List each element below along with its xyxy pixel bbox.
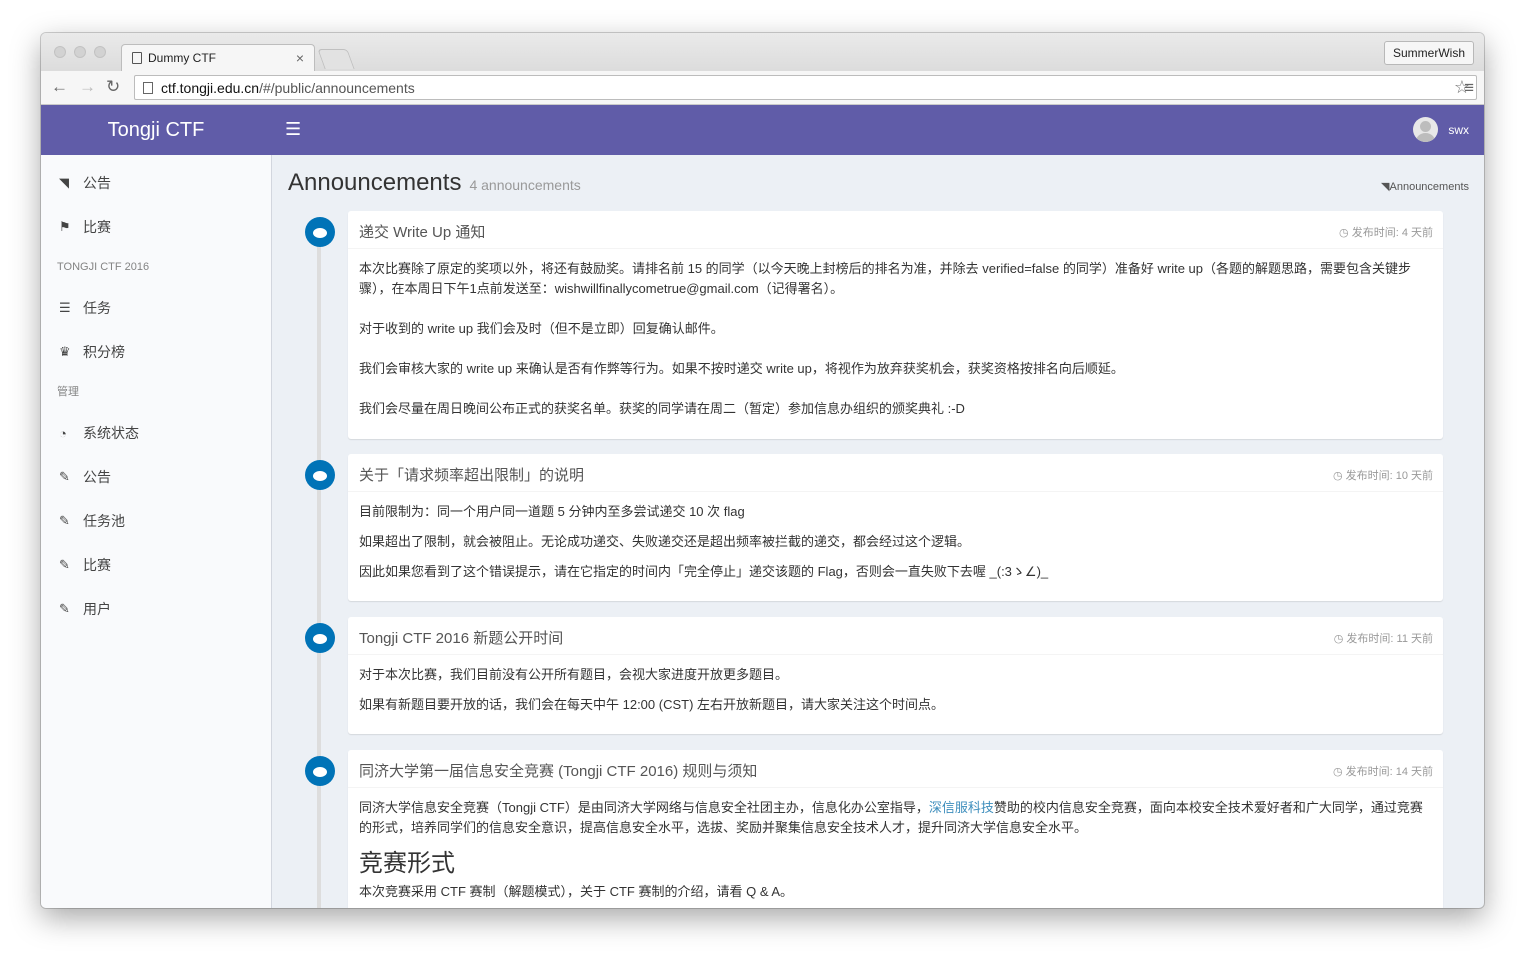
announcement-card: 同济大学第一届信息安全竞赛 (Tongji CTF 2016) 规则与须知 ◷ …	[348, 750, 1443, 908]
rss-icon: ◥	[59, 175, 69, 190]
zoom-window-icon[interactable]	[94, 46, 106, 58]
announcement-paragraph: 本次竞赛采用 CTF 赛制（解题模式），关于 CTF 赛制的介绍，请看 Q & …	[359, 884, 794, 899]
sidebar-toggle-icon[interactable]: ☰	[285, 119, 301, 140]
announcement-title: 关于「请求频率超出限制」的说明	[359, 467, 585, 484]
avatar	[1413, 117, 1439, 142]
minimize-window-icon[interactable]	[74, 46, 86, 58]
tab-close-icon[interactable]: ×	[296, 50, 304, 66]
top-navbar: Tongji CTF ☰ swx	[41, 105, 1484, 155]
sponsor-link[interactable]: 深信服科技	[929, 800, 994, 815]
comment-icon	[305, 756, 335, 786]
announcement-paragraph: 如果有新题目要开放的话，我们会在每天中午 12:00 (CST) 左右开放新题目…	[359, 697, 945, 712]
dashboard-icon: ◔	[59, 425, 67, 441]
tab-strip: Dummy CTF × SummerWish	[41, 33, 1484, 71]
profile-button[interactable]: SummerWish	[1383, 41, 1474, 65]
sidebar-section-header: TONGJI CTF 2016	[57, 261, 150, 273]
list-icon: ☰	[59, 300, 71, 315]
browser-menu-icon[interactable]: ≡	[1464, 78, 1474, 98]
announcement-paragraph: 因此如果您看到了这个错误提示，请在它指定的时间内「完全停止」递交该题的 Flag…	[359, 564, 1049, 579]
card-body: 对于本次比赛，我们目前没有公开所有题目，会视大家进度开放更多题目。 如果有新题目…	[348, 655, 1443, 737]
sidebar-item-task-pool[interactable]: ✎ 任务池	[41, 499, 271, 543]
browser-window: Dummy CTF × SummerWish ← → ↻ ctf.tongji.…	[41, 33, 1484, 908]
sidebar-item-tasks[interactable]: ☰ 任务	[41, 286, 271, 330]
announcement-paragraph: 我们会审核大家的 write up 来确认是否有作弊等行为。如果不按时递交 wr…	[359, 361, 1124, 376]
address-bar[interactable]: ctf.tongji.edu.cn/#/public/announcements…	[134, 75, 1477, 100]
forward-arrow-icon[interactable]: →	[79, 77, 96, 97]
breadcrumb[interactable]: ◥Announcements	[1381, 180, 1469, 193]
sidebar-item-label: 公告	[83, 175, 111, 191]
announcement-time: ◷ 发布时间: 11 天前	[1333, 633, 1433, 645]
sidebar-item-contest[interactable]: ⚑ 比赛	[41, 205, 271, 249]
card-header: 同济大学第一届信息安全竞赛 (Tongji CTF 2016) 规则与须知 ◷ …	[348, 750, 1443, 788]
wrench-icon: ✎	[59, 557, 70, 572]
announcement-paragraph: 同济大学信息安全竞赛（Tongji CTF）是由同济大学网络与信息安全社团主办，…	[359, 800, 1423, 835]
wrench-icon: ✎	[59, 601, 70, 616]
announcement-card: 递交 Write Up 通知 ◷ 发布时间: 4 天前 本次比赛除了原定的奖项以…	[348, 211, 1443, 439]
announcement-paragraph: 如果超出了限制，就会被阻止。无论成功递交、失败递交还是超出频率被拦截的递交，都会…	[359, 534, 971, 549]
sidebar-item-label: 任务	[83, 300, 111, 316]
timeline-line	[317, 221, 321, 908]
sidebar-item-system-status[interactable]: ◔ 系统状态	[41, 411, 271, 455]
announcement-paragraph: 目前限制为：同一个用户同一道题 5 分钟内至多尝试递交 10 次 flag	[359, 504, 745, 519]
browser-toolbar: ← → ↻ ctf.tongji.edu.cn/#/public/announc…	[41, 71, 1484, 105]
page-title: Announcements	[288, 169, 462, 196]
sidebar-item-users[interactable]: ✎ 用户	[41, 587, 271, 631]
section-heading: 竞赛形式	[359, 850, 455, 877]
announcement-time: ◷ 发布时间: 4 天前	[1339, 227, 1433, 239]
trophy-icon: ♛	[59, 344, 71, 359]
announcement-title: Tongji CTF 2016 新题公开时间	[359, 630, 564, 647]
main-content: Announcements 4 announcements ◥Announcem…	[272, 155, 1484, 908]
app: Tongji CTF ☰ swx ◥ 公告 ⚑ 比赛 TONGJI CTF 20…	[41, 105, 1484, 908]
sidebar-item-label: 比赛	[83, 219, 111, 235]
announcement-time: ◷ 发布时间: 14 天前	[1332, 766, 1433, 778]
sidebar-item-scoreboard[interactable]: ♛ 积分榜	[41, 330, 271, 374]
announcement-paragraph: 对于收到的 write up 我们会及时（但不是立即）回复确认邮件。	[359, 321, 724, 336]
user-name: swx	[1448, 122, 1469, 137]
comment-icon	[305, 460, 335, 490]
announcement-time: ◷ 发布时间: 10 天前	[1332, 470, 1433, 482]
new-tab-button[interactable]	[317, 49, 355, 69]
close-window-icon[interactable]	[54, 46, 66, 58]
user-menu[interactable]: swx	[1413, 117, 1469, 142]
tab-title: Dummy CTF	[148, 51, 216, 65]
announcement-count: 4 announcements	[469, 177, 581, 193]
card-body: 目前限制为：同一个用户同一道题 5 分钟内至多尝试递交 10 次 flag 如果…	[348, 492, 1443, 604]
flag-icon: ⚑	[59, 219, 71, 234]
announcement-card: 关于「请求频率超出限制」的说明 ◷ 发布时间: 10 天前 目前限制为：同一个用…	[348, 454, 1443, 601]
announcement-title: 递交 Write Up 通知	[359, 224, 486, 241]
wrench-icon: ✎	[59, 513, 70, 528]
back-arrow-icon[interactable]: ←	[51, 77, 68, 97]
sidebar-item-label: 任务池	[83, 513, 125, 529]
sidebar-item-label: 公告	[83, 469, 111, 485]
sidebar-item-admin-announcements[interactable]: ✎ 公告	[41, 455, 271, 499]
comment-icon	[305, 623, 335, 653]
card-header: 递交 Write Up 通知 ◷ 发布时间: 4 天前	[348, 211, 1443, 249]
announcement-title: 同济大学第一届信息安全竞赛 (Tongji CTF 2016) 规则与须知	[359, 763, 758, 780]
page-header: Announcements 4 announcements	[288, 169, 581, 197]
page-icon	[132, 52, 142, 64]
card-body: 本次比赛除了原定的奖项以外，将还有鼓励奖。请排名前 15 的同学（以今天晚上封榜…	[348, 249, 1443, 451]
wrench-icon: ✎	[59, 469, 70, 484]
sidebar: ◥ 公告 ⚑ 比赛 TONGJI CTF 2016 ☰ 任务 ♛ 积分榜 管理 …	[41, 155, 272, 908]
reload-icon[interactable]: ↻	[106, 77, 120, 97]
announcement-paragraph: 对于本次比赛，我们目前没有公开所有题目，会视大家进度开放更多题目。	[359, 667, 789, 682]
sidebar-item-label: 比赛	[83, 557, 111, 573]
browser-tab[interactable]: Dummy CTF ×	[121, 44, 315, 71]
announcement-card: Tongji CTF 2016 新题公开时间 ◷ 发布时间: 11 天前 对于本…	[348, 617, 1443, 734]
card-header: 关于「请求频率超出限制」的说明 ◷ 发布时间: 10 天前	[348, 454, 1443, 492]
sidebar-section-header: 管理	[57, 386, 79, 398]
card-body: 同济大学信息安全竞赛（Tongji CTF）是由同济大学网络与信息安全社团主办，…	[348, 788, 1443, 908]
sidebar-item-label: 积分榜	[83, 344, 125, 360]
announcement-paragraph: 本次比赛除了原定的奖项以外，将还有鼓励奖。请排名前 15 的同学（以今天晚上封榜…	[359, 261, 1411, 296]
comment-icon	[305, 217, 335, 247]
sidebar-item-admin-contest[interactable]: ✎ 比赛	[41, 543, 271, 587]
announcement-paragraph: 我们会尽量在周日晚间公布正式的获奖名单。获奖的同学请在周二（暂定）参加信息办组织…	[359, 401, 965, 416]
url-text[interactable]: ctf.tongji.edu.cn/#/public/announcements	[161, 80, 1454, 96]
sidebar-item-label: 用户	[83, 601, 111, 617]
app-logo[interactable]: Tongji CTF	[41, 105, 271, 155]
sidebar-item-label: 系统状态	[83, 425, 139, 441]
sidebar-item-announcements[interactable]: ◥ 公告	[41, 161, 271, 205]
page-icon	[143, 81, 153, 94]
card-header: Tongji CTF 2016 新题公开时间 ◷ 发布时间: 11 天前	[348, 617, 1443, 655]
